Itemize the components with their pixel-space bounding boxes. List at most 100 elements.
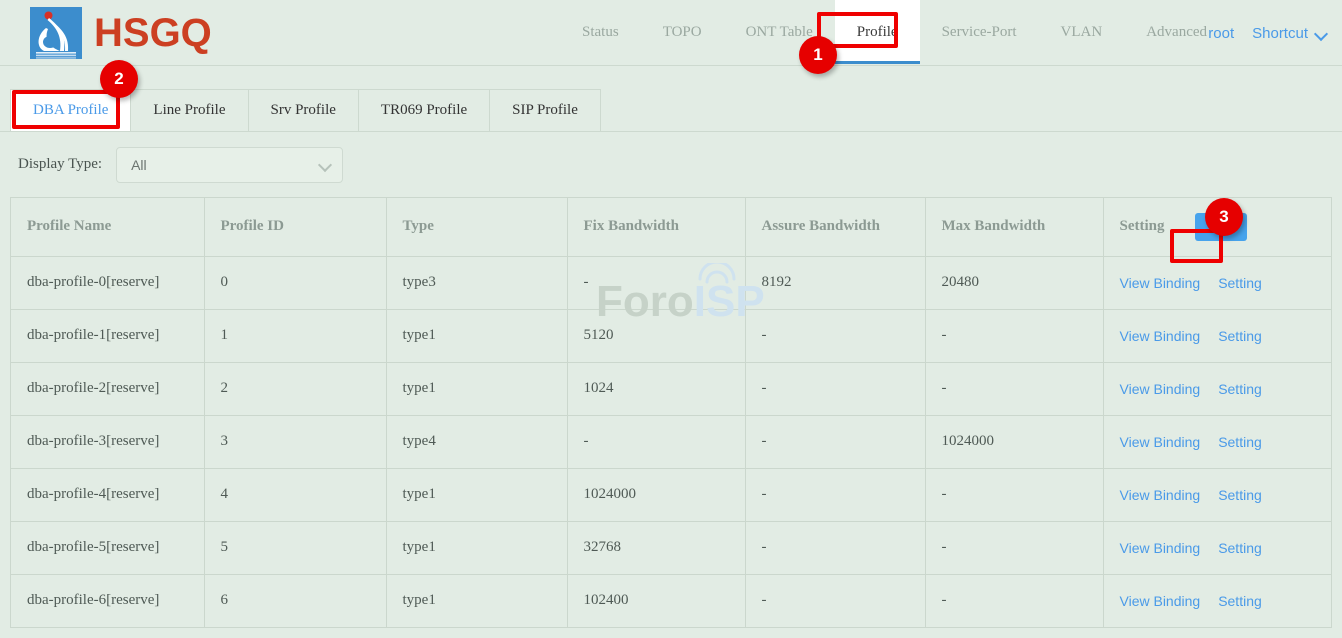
view-binding-link[interactable]: View Binding: [1120, 487, 1201, 503]
cell-profile-name: dba-profile-5[reserve]: [11, 521, 204, 574]
cell-max-bandwidth: -: [925, 468, 1103, 521]
cell-max-bandwidth: -: [925, 574, 1103, 627]
column-header-fix-bandwidth: Fix Bandwidth: [567, 198, 745, 256]
view-binding-link[interactable]: View Binding: [1120, 540, 1201, 556]
shortcut-label: Shortcut: [1252, 25, 1308, 42]
hsgq-wave-logo-icon: [30, 7, 82, 59]
dba-profile-table-container: Profile Name Profile ID Type Fix Bandwid…: [10, 197, 1332, 628]
table-row: dba-profile-1[reserve]1type15120--View B…: [11, 309, 1331, 362]
cell-profile-id: 2: [204, 362, 386, 415]
cell-profile-id: 0: [204, 256, 386, 309]
subtab-srv-profile[interactable]: Srv Profile: [249, 89, 359, 131]
cell-type: type3: [386, 256, 567, 309]
nav-item-service-port[interactable]: Service-Port: [920, 0, 1039, 64]
cell-max-bandwidth: 20480: [925, 256, 1103, 309]
cell-fix-bandwidth: -: [567, 415, 745, 468]
cell-profile-id: 1: [204, 309, 386, 362]
cell-fix-bandwidth: 1024: [567, 362, 745, 415]
cell-max-bandwidth: 1024000: [925, 415, 1103, 468]
setting-link[interactable]: Setting: [1218, 593, 1262, 609]
column-header-profile-name: Profile Name: [11, 198, 204, 256]
view-binding-link[interactable]: View Binding: [1120, 381, 1201, 397]
setting-header-label: Setting: [1120, 218, 1165, 235]
nav-item-topo[interactable]: TOPO: [641, 0, 724, 64]
setting-link[interactable]: Setting: [1218, 381, 1262, 397]
cell-max-bandwidth: -: [925, 309, 1103, 362]
cell-fix-bandwidth: -: [567, 256, 745, 309]
display-type-select[interactable]: All: [116, 147, 343, 183]
cell-profile-id: 4: [204, 468, 386, 521]
view-binding-link[interactable]: View Binding: [1120, 434, 1201, 450]
cell-profile-name: dba-profile-3[reserve]: [11, 415, 204, 468]
cell-type: type1: [386, 362, 567, 415]
cell-fix-bandwidth: 32768: [567, 521, 745, 574]
nav-item-profile[interactable]: Profile: [835, 0, 920, 64]
nav-item-ont-table[interactable]: ONT Table: [724, 0, 835, 64]
cell-assure-bandwidth: -: [745, 468, 925, 521]
cell-assure-bandwidth: -: [745, 362, 925, 415]
user-menu-root[interactable]: root: [1208, 25, 1234, 42]
cell-assure-bandwidth: -: [745, 521, 925, 574]
cell-type: type4: [386, 415, 567, 468]
nav-item-vlan[interactable]: VLAN: [1039, 0, 1125, 64]
setting-link[interactable]: Setting: [1218, 487, 1262, 503]
view-binding-link[interactable]: View Binding: [1120, 328, 1201, 344]
dba-profile-table: Profile Name Profile ID Type Fix Bandwid…: [11, 198, 1331, 628]
add-button[interactable]: Add: [1195, 213, 1248, 241]
cell-assure-bandwidth: -: [745, 309, 925, 362]
cell-type: type1: [386, 521, 567, 574]
filter-bar: Display Type: All: [0, 132, 1342, 197]
table-body: dba-profile-0[reserve]0type3-819220480Vi…: [11, 256, 1331, 627]
nav-item-status[interactable]: Status: [560, 0, 641, 64]
cell-profile-name: dba-profile-6[reserve]: [11, 574, 204, 627]
table-row: dba-profile-3[reserve]3type4--1024000Vie…: [11, 415, 1331, 468]
column-header-setting: Setting Add: [1103, 198, 1331, 256]
display-type-value: All: [131, 157, 318, 173]
profile-subtab-bar: DBA Profile Line Profile Srv Profile TR0…: [0, 66, 1342, 132]
subtab-sip-profile[interactable]: SIP Profile: [490, 89, 601, 131]
brand-name: HSGQ: [94, 13, 212, 53]
cell-setting: View Binding Setting: [1103, 415, 1331, 468]
cell-assure-bandwidth: -: [745, 415, 925, 468]
table-row: dba-profile-0[reserve]0type3-819220480Vi…: [11, 256, 1331, 309]
setting-link[interactable]: Setting: [1218, 328, 1262, 344]
cell-fix-bandwidth: 1024000: [567, 468, 745, 521]
view-binding-link[interactable]: View Binding: [1120, 275, 1201, 291]
cell-setting: View Binding Setting: [1103, 521, 1331, 574]
cell-assure-bandwidth: -: [745, 574, 925, 627]
cell-profile-id: 6: [204, 574, 386, 627]
shortcut-menu[interactable]: Shortcut: [1252, 25, 1328, 42]
subtab-line-profile[interactable]: Line Profile: [131, 89, 248, 131]
app-header: HSGQ Status TOPO ONT Table Profile Servi…: [0, 0, 1342, 66]
chevron-down-icon: [318, 158, 332, 172]
column-header-assure-bandwidth: Assure Bandwidth: [745, 198, 925, 256]
cell-profile-name: dba-profile-4[reserve]: [11, 468, 204, 521]
subtab-dba-profile[interactable]: DBA Profile: [10, 89, 131, 131]
cell-assure-bandwidth: 8192: [745, 256, 925, 309]
cell-setting: View Binding Setting: [1103, 574, 1331, 627]
cell-setting: View Binding Setting: [1103, 256, 1331, 309]
cell-setting: View Binding Setting: [1103, 362, 1331, 415]
column-header-profile-id: Profile ID: [204, 198, 386, 256]
cell-fix-bandwidth: 102400: [567, 574, 745, 627]
table-row: dba-profile-2[reserve]2type11024--View B…: [11, 362, 1331, 415]
table-row: dba-profile-4[reserve]4type11024000--Vie…: [11, 468, 1331, 521]
cell-profile-name: dba-profile-0[reserve]: [11, 256, 204, 309]
cell-profile-name: dba-profile-1[reserve]: [11, 309, 204, 362]
cell-type: type1: [386, 574, 567, 627]
brand: HSGQ: [30, 7, 212, 59]
table-header-row: Profile Name Profile ID Type Fix Bandwid…: [11, 198, 1331, 256]
setting-link[interactable]: Setting: [1218, 540, 1262, 556]
header-right-actions: root Shortcut: [1208, 0, 1328, 66]
view-binding-link[interactable]: View Binding: [1120, 593, 1201, 609]
table-row: dba-profile-5[reserve]5type132768--View …: [11, 521, 1331, 574]
column-header-type: Type: [386, 198, 567, 256]
cell-max-bandwidth: -: [925, 362, 1103, 415]
subtab-tr069-profile[interactable]: TR069 Profile: [359, 89, 490, 131]
table-row: dba-profile-6[reserve]6type1102400--View…: [11, 574, 1331, 627]
setting-link[interactable]: Setting: [1218, 434, 1262, 450]
setting-link[interactable]: Setting: [1218, 275, 1262, 291]
display-type-label: Display Type:: [18, 156, 102, 173]
cell-max-bandwidth: -: [925, 521, 1103, 574]
cell-fix-bandwidth: 5120: [567, 309, 745, 362]
